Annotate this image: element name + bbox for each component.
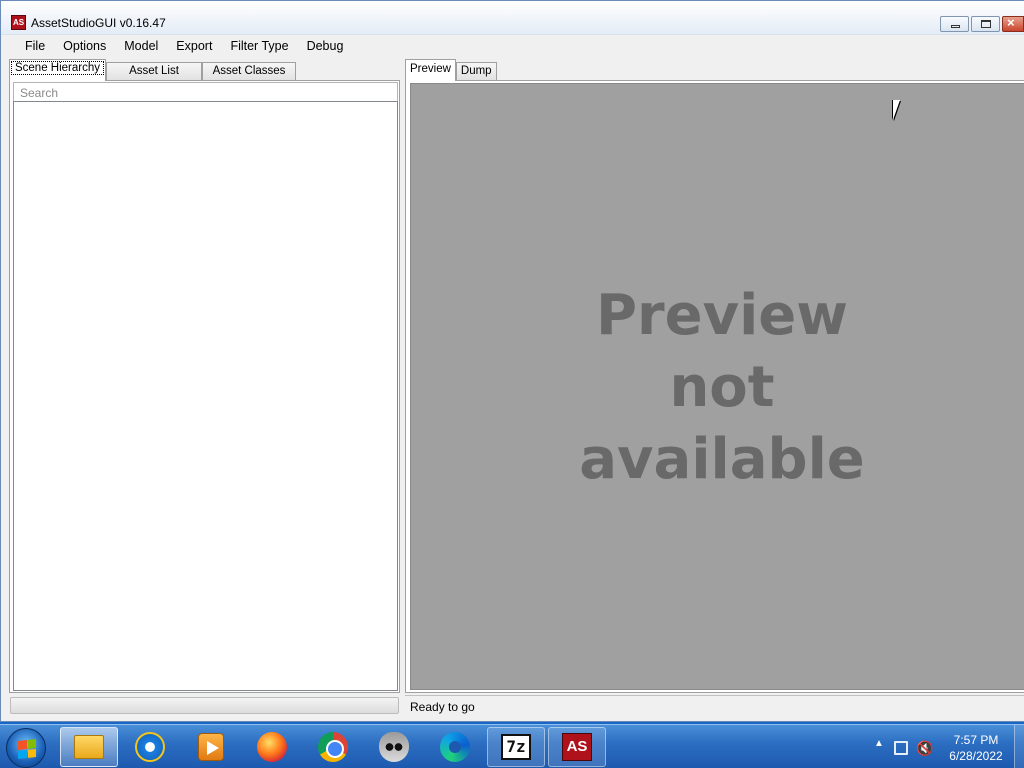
- show-hidden-icons-icon[interactable]: ▲: [874, 738, 884, 749]
- network-icon[interactable]: [894, 741, 908, 755]
- taskbar-firefox[interactable]: [243, 727, 301, 767]
- preview-area: Preview not available: [410, 83, 1024, 690]
- clock-time: 7:57 PM: [953, 733, 999, 747]
- raccoon-icon: [379, 732, 409, 762]
- menu-export[interactable]: Export: [167, 36, 221, 58]
- tab-asset-list[interactable]: Asset List: [106, 62, 202, 81]
- tab-dump[interactable]: Dump: [455, 62, 497, 81]
- clock[interactable]: 7:57 PM 6/28/2022: [940, 732, 1012, 764]
- preview-pane: Preview not available: [405, 80, 1024, 693]
- menu-bar: File Options Model Export Filter Type De…: [1, 36, 1024, 58]
- menu-file[interactable]: File: [15, 36, 54, 58]
- app-window: AS AssetStudioGUI v0.16.47 × File Option…: [0, 0, 1024, 722]
- windows-logo-icon: [18, 739, 36, 759]
- window-controls: ×: [938, 15, 1024, 32]
- menu-filter-type[interactable]: Filter Type: [221, 36, 297, 58]
- taskbar-7zip[interactable]: 7z: [487, 727, 545, 767]
- tab-preview[interactable]: Preview: [405, 59, 456, 81]
- progress-bar: [10, 697, 399, 714]
- taskbar-chrome[interactable]: [304, 727, 362, 767]
- ie-icon: [135, 732, 165, 762]
- status-bar: Ready to go: [405, 695, 1024, 717]
- taskbar: 7z AS ▲ 🔇 7:57 PM 6/28/2022: [0, 724, 1024, 768]
- minimize-icon: [951, 25, 960, 28]
- edge-icon: [440, 732, 470, 762]
- taskbar-explorer[interactable]: [60, 727, 118, 767]
- close-button[interactable]: ×: [1002, 15, 1024, 32]
- left-tab-strip: Scene Hierarchy Asset List Asset Classes: [9, 59, 296, 81]
- taskbar-edge[interactable]: [426, 727, 484, 767]
- taskbar-items: 7z AS: [60, 727, 609, 767]
- scene-tree-view[interactable]: [13, 101, 398, 691]
- tab-asset-classes[interactable]: Asset Classes: [202, 62, 296, 81]
- tab-scene-hierarchy[interactable]: Scene Hierarchy: [9, 59, 106, 81]
- title-bar[interactable]: AS AssetStudioGUI v0.16.47 ×: [1, 1, 1024, 35]
- status-text: Ready to go: [410, 700, 475, 714]
- start-button[interactable]: [6, 728, 46, 768]
- preview-message-line: available: [579, 427, 865, 492]
- folder-icon: [74, 735, 104, 759]
- window-title: AssetStudioGUI v0.16.47: [31, 16, 166, 30]
- clock-date: 6/28/2022: [949, 749, 1003, 763]
- mouse-cursor-icon: [893, 100, 907, 120]
- preview-message-line: not: [669, 355, 775, 420]
- maximize-button[interactable]: [971, 16, 1000, 32]
- assetstudio-app-icon[interactable]: AS: [11, 15, 26, 30]
- media-player-icon: [198, 733, 224, 761]
- taskbar-internet-explorer[interactable]: [121, 727, 179, 767]
- assetstudio-icon: AS: [562, 733, 592, 761]
- preview-message-line: Preview: [595, 283, 849, 348]
- menu-options[interactable]: Options: [54, 36, 115, 58]
- taskbar-raccoon-app[interactable]: [365, 727, 423, 767]
- left-panel: Scene Hierarchy Asset List Asset Classes…: [9, 59, 400, 717]
- show-desktop-button[interactable]: [1014, 725, 1024, 768]
- preview-not-available-message: Preview not available: [411, 280, 1024, 496]
- menu-debug[interactable]: Debug: [298, 36, 353, 58]
- taskbar-assetstudio[interactable]: AS: [548, 727, 606, 767]
- menu-model[interactable]: Model: [115, 36, 167, 58]
- scene-hierarchy-pane: Search: [9, 80, 400, 693]
- 7zip-icon: 7z: [501, 734, 531, 760]
- maximize-icon: [981, 20, 991, 28]
- right-panel: Preview Dump Preview not available Ready…: [405, 59, 1024, 719]
- close-icon: ×: [1007, 15, 1015, 30]
- tab-scene-hierarchy-label: Scene Hierarchy: [10, 61, 104, 75]
- volume-muted-icon[interactable]: 🔇: [916, 740, 933, 757]
- firefox-icon: [257, 732, 287, 762]
- chrome-icon: [318, 732, 348, 762]
- system-tray: ▲ 🔇 7:57 PM 6/28/2022: [864, 725, 1024, 768]
- taskbar-media-player[interactable]: [182, 727, 240, 767]
- right-tab-strip: Preview Dump: [405, 59, 497, 81]
- search-input[interactable]: Search: [13, 82, 398, 101]
- minimize-button[interactable]: [940, 16, 969, 32]
